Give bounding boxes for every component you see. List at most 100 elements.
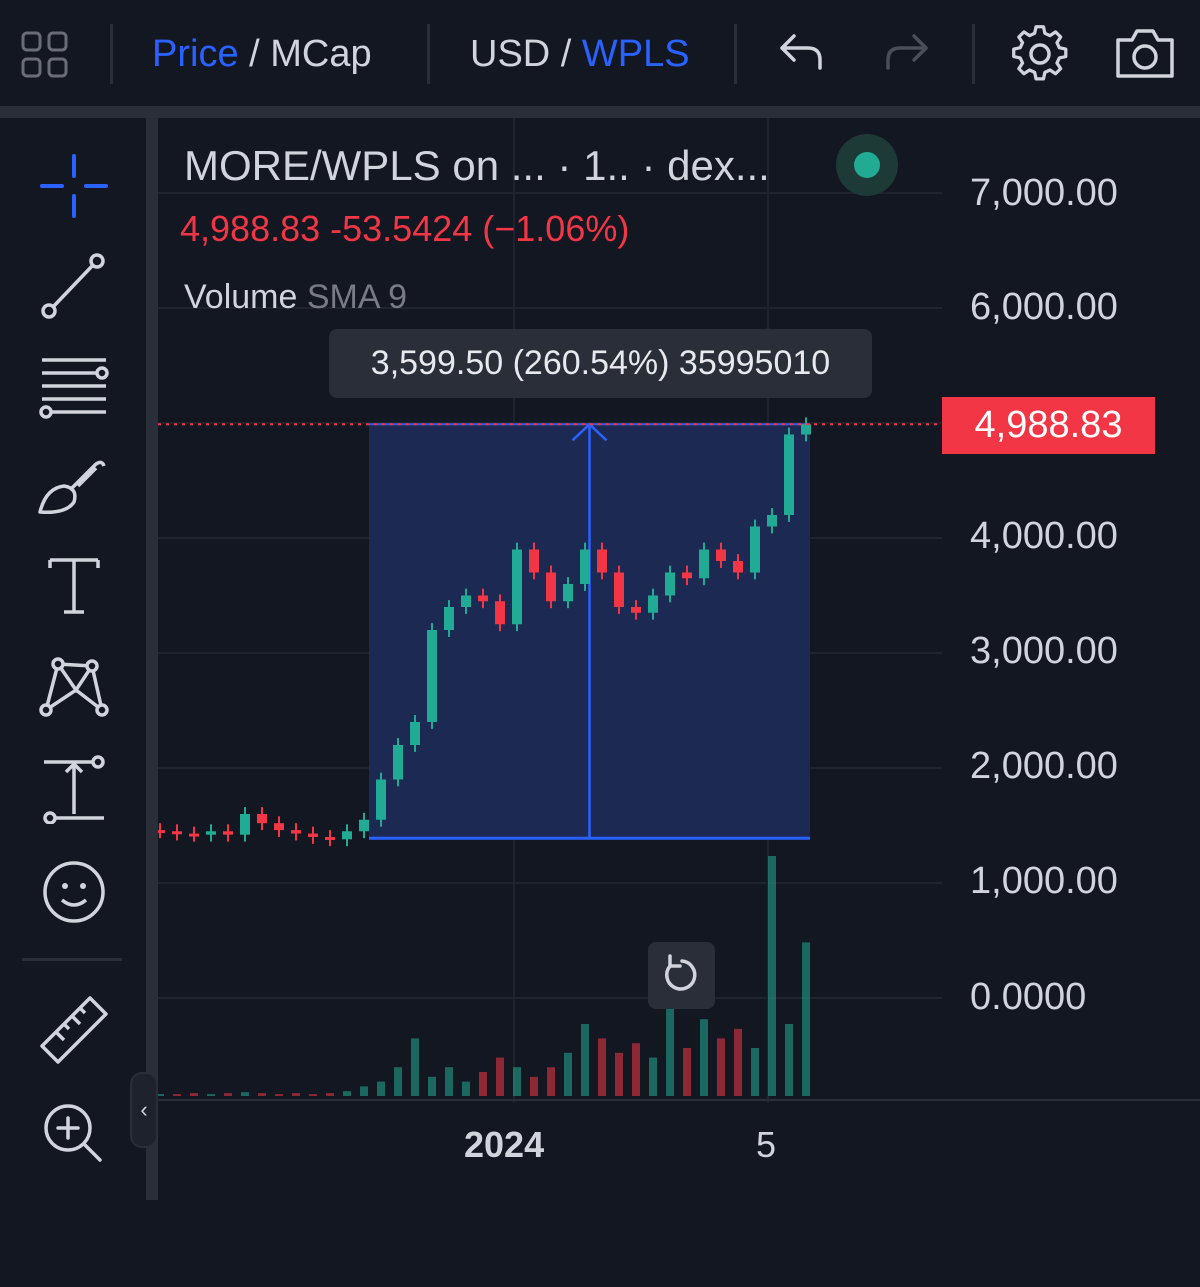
reset-chart-button[interactable] xyxy=(648,942,715,1009)
candle-body xyxy=(291,830,301,834)
crosshair-icon[interactable] xyxy=(36,148,112,224)
candle-body xyxy=(665,572,675,596)
volume-bar xyxy=(598,1038,606,1096)
volume-bar xyxy=(700,1019,708,1096)
volume-bar xyxy=(581,1024,589,1096)
volume-bar xyxy=(666,1004,674,1096)
volume-bar xyxy=(411,1038,419,1096)
toggle-separator: / xyxy=(550,33,582,75)
volume-bar xyxy=(158,1094,164,1096)
drawing-toolbar xyxy=(0,118,146,1200)
candle-body xyxy=(682,572,692,579)
volume-bar xyxy=(377,1081,385,1096)
candle-body xyxy=(427,630,437,722)
pattern-icon[interactable] xyxy=(36,648,112,724)
price-axis-tick: 7,000.00 xyxy=(970,172,1118,214)
volume-bar xyxy=(802,942,810,1096)
sidebar-separator xyxy=(146,118,158,1200)
candle-body xyxy=(750,526,760,573)
grid-icon[interactable] xyxy=(20,30,70,80)
brush-icon[interactable] xyxy=(36,448,112,524)
price-change-readout: 4,988.83 -53.5424 (−1.06%) xyxy=(180,208,630,249)
candle-body xyxy=(580,549,590,584)
top-toolbar: Price / MCap USD / WPLS xyxy=(0,0,1200,106)
candle-body xyxy=(563,584,573,602)
zoom-in-icon[interactable] xyxy=(36,1096,112,1172)
candle-body xyxy=(648,595,658,613)
volume-legend[interactable]: Volume SMA 9 xyxy=(184,278,407,317)
candle-body xyxy=(189,833,199,837)
usd-option[interactable]: USD xyxy=(470,33,550,75)
camera-icon[interactable] xyxy=(1114,26,1176,80)
toolbar-separator xyxy=(0,106,1200,118)
volume-bar xyxy=(173,1094,181,1096)
volume-bar xyxy=(190,1093,198,1096)
candle-body xyxy=(716,549,726,561)
sidebar-divider xyxy=(22,958,122,961)
current-price-label: 4,988.83 xyxy=(942,397,1155,454)
candle-body xyxy=(410,722,420,745)
candle-body xyxy=(597,549,607,573)
volume-label: Volume xyxy=(184,278,298,316)
undo-icon[interactable] xyxy=(776,30,826,76)
time-axis-label: 2024 xyxy=(464,1124,545,1165)
mcap-option[interactable]: MCap xyxy=(270,33,371,75)
volume-bar xyxy=(445,1067,453,1096)
volume-bar xyxy=(513,1067,521,1096)
volume-bar xyxy=(207,1094,215,1096)
price-mcap-toggle[interactable]: Price / MCap xyxy=(152,30,372,78)
volume-bar xyxy=(547,1067,555,1096)
volume-bar xyxy=(479,1072,487,1096)
toolbar-divider xyxy=(427,24,430,84)
volume-bar xyxy=(615,1052,623,1096)
price-axis-tick: 3,000.00 xyxy=(970,630,1118,672)
candle-body xyxy=(342,831,352,840)
smiley-icon[interactable] xyxy=(36,854,112,930)
candle-body xyxy=(461,595,471,607)
collapse-sidebar-button[interactable]: ‹ xyxy=(130,1072,158,1148)
live-status-indicator xyxy=(836,134,898,196)
redo-icon[interactable] xyxy=(882,30,932,76)
wpls-option[interactable]: WPLS xyxy=(582,33,690,75)
candle-body xyxy=(240,814,250,835)
fib-retracement-icon[interactable] xyxy=(36,348,112,424)
price-axis-tick: 0.0000 xyxy=(970,976,1087,1018)
candle-body xyxy=(784,434,794,515)
volume-bar xyxy=(564,1052,572,1096)
text-icon[interactable] xyxy=(36,548,112,624)
volume-bar xyxy=(258,1093,266,1096)
volume-bar xyxy=(309,1094,317,1096)
price-option[interactable]: Price xyxy=(152,33,239,75)
chevron-left-icon: ‹ xyxy=(140,1097,148,1122)
trend-line-icon[interactable] xyxy=(36,248,112,324)
candle-body xyxy=(546,572,556,602)
candle-body xyxy=(614,572,624,607)
ruler-icon[interactable] xyxy=(36,992,112,1068)
candle-body xyxy=(223,831,233,835)
candle-body xyxy=(257,814,267,824)
candle-body xyxy=(699,549,709,579)
candle-body xyxy=(733,561,743,573)
currency-toggle[interactable]: USD / WPLS xyxy=(470,30,690,78)
candle-body xyxy=(444,607,454,630)
volume-bar xyxy=(275,1094,283,1096)
symbol-title[interactable]: MORE/WPLS on ... · 1.. · dex... xyxy=(184,142,770,190)
candle-body xyxy=(308,833,318,837)
reset-chart-icon xyxy=(665,954,697,991)
time-axis-label: 5 xyxy=(756,1124,777,1165)
candle-body xyxy=(478,595,488,602)
volume-bar xyxy=(343,1091,351,1096)
volume-bar xyxy=(632,1043,640,1096)
volume-bar xyxy=(241,1092,249,1096)
price-range-icon[interactable] xyxy=(36,748,112,825)
toolbar-divider xyxy=(972,24,975,84)
candle-body xyxy=(767,515,777,527)
gear-icon[interactable] xyxy=(1010,24,1070,84)
chart-pane[interactable]: MORE/WPLS on ... · 1.. · dex... 4,988.83… xyxy=(158,118,1200,1200)
volume-bar xyxy=(683,1048,691,1096)
candle-body xyxy=(631,607,641,613)
volume-bar xyxy=(462,1081,470,1096)
volume-bar xyxy=(530,1076,538,1096)
volume-bar xyxy=(734,1028,742,1096)
candle-body xyxy=(495,601,505,625)
